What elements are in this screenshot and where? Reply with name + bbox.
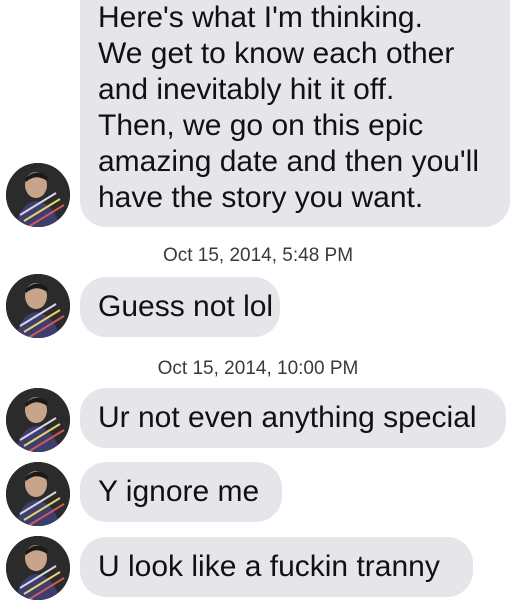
contact-avatar[interactable] xyxy=(6,274,70,338)
received-message-bubble[interactable]: U look like a fuckin tranny xyxy=(80,537,473,597)
avatar-photo-icon xyxy=(6,163,70,227)
message-line: Then, we go on this epic xyxy=(98,109,424,142)
avatar-photo-icon xyxy=(6,536,70,600)
message-line: have the story you want. xyxy=(98,181,424,214)
avatar-photo-icon xyxy=(6,462,70,526)
message-line: We get to know each other xyxy=(98,37,455,70)
received-message-bubble[interactable]: Guess not lol xyxy=(80,277,280,337)
message-line: and inevitably hit it off. xyxy=(98,73,395,106)
avatar-photo-icon xyxy=(6,388,70,452)
message-line: Here's what I'm thinking. xyxy=(98,1,423,34)
timestamp: Oct 15, 2014, 5:48 PM xyxy=(162,245,354,266)
timestamp: Oct 15, 2014, 10:00 PM xyxy=(157,358,359,379)
received-message-bubble[interactable]: Ur not even anything special xyxy=(80,388,506,448)
message-line: amazing date and then you'll xyxy=(98,145,479,178)
contact-avatar[interactable] xyxy=(6,163,70,227)
message-text: Y ignore me xyxy=(98,475,260,508)
message-text: U look like a fuckin tranny xyxy=(98,550,440,583)
avatar-photo-icon xyxy=(6,274,70,338)
message-text: Guess not lol xyxy=(98,290,274,323)
received-message-bubble[interactable]: Here's what I'm thinking. We get to know… xyxy=(80,0,510,227)
message-thread: Here's what I'm thinking. We get to know… xyxy=(0,0,516,603)
contact-avatar[interactable] xyxy=(6,388,70,452)
contact-avatar[interactable] xyxy=(6,536,70,600)
contact-avatar[interactable] xyxy=(6,462,70,526)
received-message-bubble[interactable]: Y ignore me xyxy=(80,462,282,522)
message-text: Ur not even anything special xyxy=(98,401,477,434)
